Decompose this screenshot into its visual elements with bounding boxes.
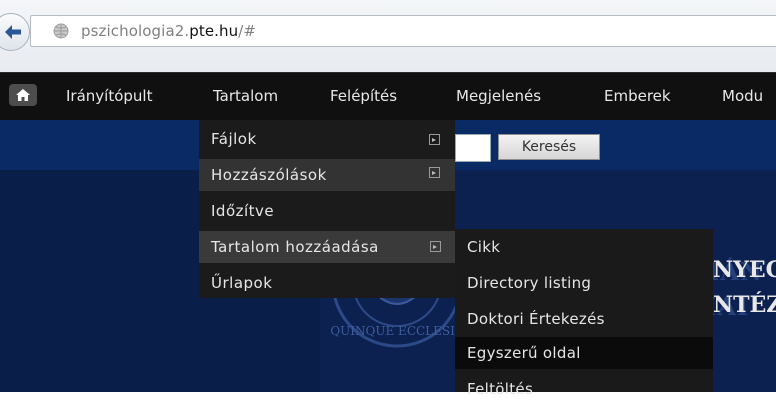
- search-button[interactable]: Keresés: [498, 134, 600, 160]
- toolbar-item-modules[interactable]: Modu: [722, 87, 763, 105]
- submenu-item-doctoral-thesis[interactable]: Doktori Értekezés: [455, 303, 713, 335]
- menu-item-files[interactable]: Fájlok: [199, 123, 455, 155]
- browser-chrome: pszichologia2.pte.hu/#: [0, 0, 776, 72]
- menu-item-webforms[interactable]: Űrlapok: [199, 267, 455, 299]
- back-button[interactable]: [0, 13, 30, 51]
- toolbar-item-people[interactable]: Emberek: [604, 87, 671, 105]
- menu-item-scheduled[interactable]: Időzítve: [199, 195, 455, 227]
- page-title-line2: NTÉZ: [713, 292, 776, 318]
- toolbar-item-appearance[interactable]: Megjelenés: [456, 87, 541, 105]
- submenu-arrow-icon: [429, 134, 440, 145]
- address-bar[interactable]: pszichologia2.pte.hu/#: [30, 15, 776, 47]
- submenu-item-article[interactable]: Cikk: [455, 231, 713, 263]
- globe-icon: [53, 23, 69, 39]
- submenu-arrow-icon: [430, 241, 441, 252]
- toolbar-item-content[interactable]: Tartalom: [213, 87, 278, 105]
- back-arrow-icon: [5, 25, 21, 39]
- content-dropdown-menu: Fájlok Hozzászólások Időzítve Tartalom h…: [199, 120, 455, 298]
- menu-item-add-content[interactable]: Tartalom hozzáadása: [199, 231, 455, 263]
- submenu-item-basic-page[interactable]: Egyszerű oldal: [455, 337, 713, 369]
- home-button[interactable]: [9, 84, 37, 106]
- page-title-line1: NYEGY: [713, 257, 776, 283]
- admin-toolbar: Irányítópult Tartalom Felépítés Megjelen…: [0, 72, 776, 121]
- url-text: pszichologia2.pte.hu/#: [81, 22, 257, 40]
- submenu-item-directory-listing[interactable]: Directory listing: [455, 267, 713, 299]
- toolbar-item-structure[interactable]: Felépítés: [330, 87, 397, 105]
- submenu-item-upload[interactable]: Feltöltés: [455, 373, 713, 405]
- svg-text:QUINQUE ECCLESIE: QUINQUE ECCLESIE: [330, 324, 463, 338]
- toolbar-item-dashboard[interactable]: Irányítópult: [66, 87, 152, 105]
- home-icon: [16, 89, 30, 101]
- search-input[interactable]: [455, 134, 491, 162]
- menu-item-comments[interactable]: Hozzászólások: [199, 159, 455, 191]
- submenu-arrow-icon: [429, 167, 440, 178]
- add-content-submenu: Cikk Directory listing Doktori Értekezés…: [455, 229, 713, 398]
